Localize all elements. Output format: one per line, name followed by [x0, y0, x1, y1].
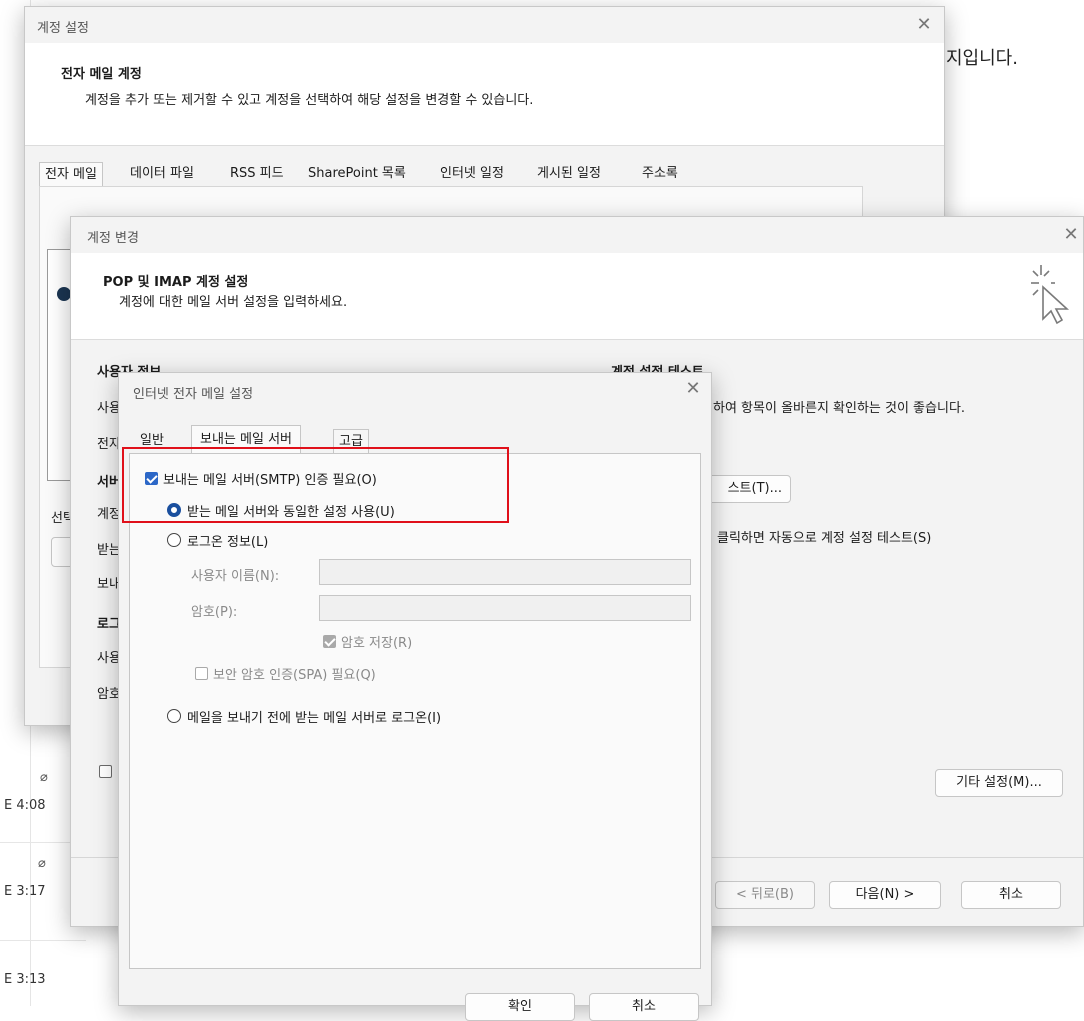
tab-address-books[interactable]: 주소록: [637, 162, 683, 186]
tab-published-calendars[interactable]: 게시된 일정: [532, 162, 606, 186]
change-account-subheading: 계정에 대한 메일 서버 설정을 입력하세요.: [119, 295, 348, 310]
tab-sharepoint-lists[interactable]: SharePoint 목록: [303, 162, 411, 186]
account-settings-heading: 전자 메일 계정: [61, 67, 142, 82]
mail-time-2: E 3:17: [4, 884, 46, 899]
more-settings-button[interactable]: 기타 설정(M)...: [935, 769, 1063, 797]
change-account-titlebar: 계정 변경 ✕: [71, 217, 1083, 253]
change-account-heading: POP 및 IMAP 계정 설정: [103, 275, 249, 290]
attachment-icon: ⌀: [38, 856, 46, 871]
account-list-icon: [57, 287, 71, 301]
test-description: 하여 항목이 올바른지 확인하는 것이 좋습니다.: [713, 401, 966, 416]
close-icon[interactable]: ✕: [1059, 223, 1083, 247]
use-same-settings-label: 받는 메일 서버와 동일한 설정 사용(U): [187, 505, 395, 520]
change-account-header: POP 및 IMAP 계정 설정 계정에 대한 메일 서버 설정을 입력하세요.: [71, 253, 1083, 340]
remember-checkbox[interactable]: [99, 765, 112, 778]
tab-email[interactable]: 전자 메일: [39, 162, 103, 186]
mail-time-3: E 3:13: [4, 972, 46, 987]
close-icon[interactable]: ✕: [681, 377, 705, 401]
background-right-text: 지입니다.: [946, 48, 1018, 69]
back-button[interactable]: < 뒤로(B): [715, 881, 815, 909]
use-same-settings-radio[interactable]: [167, 503, 181, 517]
internet-email-settings-dialog: 인터넷 전자 메일 설정 ✕ 일반 보내는 메일 서버 고급 보내는 메일 서버…: [118, 372, 712, 1021]
account-settings-titlebar: 계정 설정 ✕: [25, 7, 944, 43]
close-icon[interactable]: ✕: [912, 13, 936, 37]
tab-rss-feeds[interactable]: RSS 피드: [225, 162, 289, 186]
spa-label: 보안 암호 인증(SPA) 필요(Q): [213, 668, 376, 683]
change-account-title: 계정 변경: [87, 231, 139, 246]
cancel-button[interactable]: 취소: [961, 881, 1061, 909]
next-button[interactable]: 다음(N) >: [829, 881, 941, 909]
ok-button[interactable]: 확인: [465, 993, 575, 1021]
account-settings-header: 전자 메일 계정 계정을 추가 또는 제거할 수 있고 계정을 선택하여 해당 …: [25, 43, 944, 146]
password-label: 암호(P):: [191, 605, 238, 620]
save-password-label: 암호 저장(R): [341, 636, 413, 651]
attachment-icon: ⌀: [40, 770, 48, 785]
account-settings-title: 계정 설정: [37, 21, 89, 36]
logon-before-send-label: 메일을 보내기 전에 받는 메일 서버로 로그온(I): [187, 711, 442, 726]
auto-test-label: 클릭하면 자동으로 계정 설정 테스트(S): [717, 531, 932, 546]
internet-email-title: 인터넷 전자 메일 설정: [133, 387, 254, 402]
tab-data-files[interactable]: 데이터 파일: [125, 162, 199, 186]
mail-time-1: E 4:08: [4, 798, 46, 813]
logon-info-label: 로그온 정보(L): [187, 535, 269, 550]
smtp-auth-label: 보내는 메일 서버(SMTP) 인증 필요(O): [163, 473, 377, 488]
account-settings-description: 계정을 추가 또는 제거할 수 있고 계정을 선택하여 해당 설정을 변경할 수…: [85, 93, 534, 108]
smtp-auth-checkbox[interactable]: [145, 472, 158, 485]
spa-checkbox[interactable]: [195, 667, 208, 680]
username-label: 사용자 이름(N):: [191, 569, 280, 584]
password-input[interactable]: [319, 595, 691, 621]
mail-divider: [0, 940, 86, 941]
cursor-sparkle-icon: [1031, 265, 1070, 325]
dialog-cancel-button[interactable]: 취소: [589, 993, 699, 1021]
username-input[interactable]: [319, 559, 691, 585]
logon-info-radio[interactable]: [167, 533, 181, 547]
internet-email-titlebar: 인터넷 전자 메일 설정 ✕: [119, 373, 711, 409]
logon-before-send-radio[interactable]: [167, 709, 181, 723]
tab-internet-calendars[interactable]: 인터넷 일정: [435, 162, 509, 186]
save-password-checkbox[interactable]: [323, 635, 336, 648]
